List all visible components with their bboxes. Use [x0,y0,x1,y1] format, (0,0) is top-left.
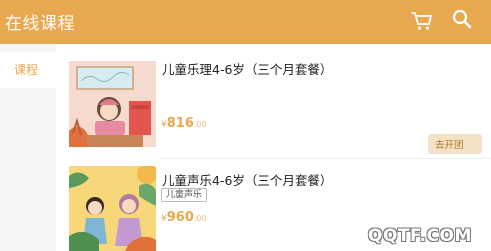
top-bar: 在线课程 [0,0,491,44]
sidebar-item-courses[interactable]: 课程 [0,52,56,88]
course-price: ¥816.00 [161,112,207,131]
watermark: QQTF.COM [368,226,472,246]
course-thumbnail[interactable] [69,61,156,147]
course-thumbnail[interactable] [69,166,156,251]
start-group-label: 去开团 [435,140,464,151]
divider [160,158,491,159]
course-title[interactable]: 儿童乐理4-6岁（三个月套餐） [162,59,332,78]
price-integer: 816 [166,116,194,131]
cart-icon[interactable] [410,10,434,32]
course-tag: 儿童声乐 [161,188,208,202]
start-group-button[interactable]: 去开团 [428,134,482,154]
search-icon[interactable] [451,8,473,30]
price-integer: 960 [166,210,194,225]
page-title: 在线课程 [5,14,75,34]
course-price: ¥960.00 [161,206,207,225]
sidebar-item-label: 课程 [14,63,39,77]
price-decimal: .00 [193,120,207,129]
course-title[interactable]: 儿童声乐4-6岁（三个月套餐） [162,170,332,189]
price-decimal: .00 [193,214,207,223]
category-sidebar: 课程 [0,44,56,251]
